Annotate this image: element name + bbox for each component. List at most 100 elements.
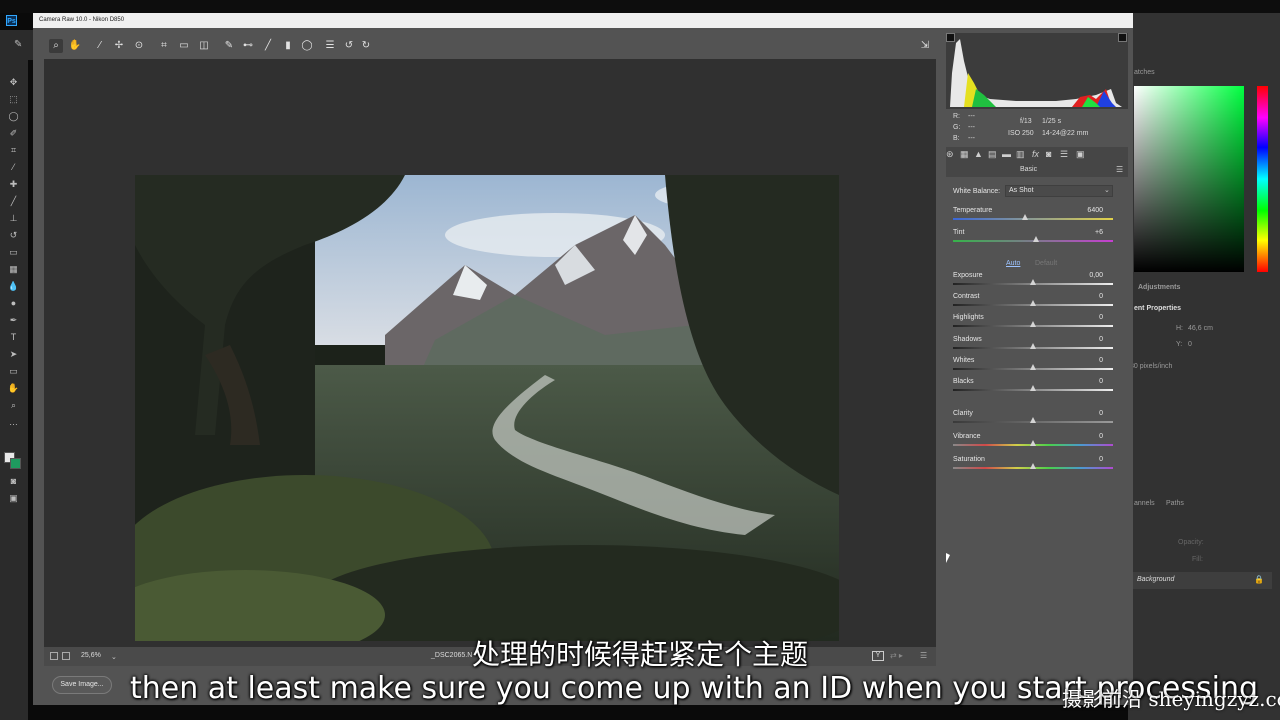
radial-filter-icon[interactable]: ◯ — [300, 39, 314, 53]
adjustments-tab[interactable]: Adjustments — [1138, 284, 1180, 291]
channels-tab[interactable]: annels — [1134, 500, 1155, 507]
swatches-tab[interactable]: atches — [1134, 69, 1155, 76]
pen-tool-icon[interactable]: ✒ — [7, 315, 20, 326]
fullscreen-icon[interactable]: ⇲ — [918, 39, 932, 53]
eyedropper-icon[interactable]: ⁄ — [7, 162, 20, 173]
graduated-filter-icon[interactable]: ▮ — [281, 39, 295, 53]
zoom-tool-icon[interactable]: ⌕ — [7, 400, 20, 411]
adjustment-brush-icon[interactable]: ╱ — [261, 39, 275, 53]
blacks-slider-thumb[interactable] — [1030, 385, 1036, 391]
before-after-icon[interactable]: Y — [872, 651, 884, 661]
zoom-dropdown-icon[interactable]: ⌄ — [111, 653, 117, 661]
marquee-tool-icon[interactable]: ⬚ — [7, 94, 20, 105]
snapshots-icon[interactable]: ▣ — [1076, 149, 1085, 160]
quick-select-icon[interactable]: ✐ — [7, 128, 20, 139]
paths-tab[interactable]: Paths — [1166, 500, 1184, 507]
background-color-swatch[interactable] — [10, 458, 21, 469]
shadows-slider-thumb[interactable] — [1030, 343, 1036, 349]
white-balance-dropdown[interactable]: As Shot ⌄ — [1005, 185, 1113, 197]
gradient-tool-icon[interactable]: ▦ — [7, 264, 20, 275]
color-picker-field[interactable] — [1134, 86, 1244, 272]
effects-icon[interactable]: fx — [1032, 149, 1039, 159]
move-tool-icon[interactable]: ✥ — [7, 77, 20, 88]
quick-mask-icon[interactable]: ◙ — [7, 476, 20, 487]
temperature-label: Temperature — [953, 207, 993, 214]
vibrance-slider-thumb[interactable] — [1030, 440, 1036, 446]
crop-icon[interactable]: ⌗ — [157, 39, 171, 53]
screen-mode-icon[interactable]: ▣ — [7, 493, 20, 504]
transform-icon[interactable]: ◫ — [197, 39, 211, 53]
whites-slider-thumb[interactable] — [1030, 364, 1036, 370]
temperature-value[interactable]: 6400 — [1079, 207, 1103, 214]
default-link[interactable]: Default — [1035, 260, 1057, 267]
tint-slider-thumb[interactable] — [1033, 236, 1040, 242]
vibrance-value[interactable]: 0 — [1079, 433, 1103, 440]
r-label: R: — [953, 113, 960, 120]
presets-icon[interactable]: ☰ — [1060, 149, 1068, 160]
shape-tool-icon[interactable]: ▭ — [7, 366, 20, 377]
hue-slider[interactable] — [1257, 86, 1268, 272]
auto-link[interactable]: Auto — [1006, 260, 1020, 267]
layer-row[interactable]: Background 🔒 — [1132, 572, 1272, 589]
crop-tool-icon[interactable]: ⌗ — [7, 145, 20, 156]
landscape-photo[interactable] — [135, 175, 839, 641]
clone-stamp-icon[interactable]: ⊥ — [7, 213, 20, 224]
g-label: G: — [953, 124, 961, 131]
lasso-tool-icon[interactable]: ◯ — [7, 111, 20, 122]
dodge-tool-icon[interactable]: ● — [7, 298, 20, 309]
rotate-left-icon[interactable]: ↺ — [342, 39, 356, 53]
red-eye-icon[interactable]: ⊷ — [241, 39, 255, 53]
hand-tool-icon[interactable]: ✋ — [7, 383, 20, 394]
settings-icon[interactable]: ☰ — [920, 651, 927, 660]
saturation-slider-thumb[interactable] — [1030, 463, 1036, 469]
color-sampler-icon[interactable]: ✢ — [112, 39, 126, 53]
exposure-value[interactable]: 0,00 — [1079, 272, 1103, 279]
clarity-slider-thumb[interactable] — [1030, 417, 1036, 423]
straighten-icon[interactable]: ▭ — [177, 39, 191, 53]
split-toning-icon[interactable]: ▬ — [1002, 149, 1011, 159]
healing-brush-icon[interactable]: ✚ — [7, 179, 20, 190]
panel-menu-icon[interactable]: ☰ — [1116, 165, 1123, 174]
whites-value[interactable]: 0 — [1079, 357, 1103, 364]
spot-removal-icon[interactable]: ✎ — [222, 39, 236, 53]
type-tool-icon[interactable]: T — [7, 332, 20, 343]
temperature-slider-track[interactable] — [953, 218, 1113, 220]
white-balance-icon[interactable]: ⁄ — [93, 39, 107, 53]
targeted-adjust-icon[interactable]: ⊙ — [132, 39, 146, 53]
compare-icon[interactable]: ⇄ ▸ — [890, 651, 903, 660]
contrast-value[interactable]: 0 — [1079, 293, 1103, 300]
save-image-button[interactable]: Save Image... — [52, 676, 112, 694]
zoom-out-icon[interactable] — [50, 652, 58, 660]
temperature-slider-thumb[interactable] — [1022, 214, 1028, 220]
more-tools-icon[interactable]: … — [7, 417, 20, 428]
hand-tool-icon[interactable]: ✋ — [68, 39, 82, 53]
blacks-value[interactable]: 0 — [1079, 378, 1103, 385]
path-select-icon[interactable]: ➤ — [7, 349, 20, 360]
history-brush-icon[interactable]: ↺ — [7, 230, 20, 241]
basic-panel-icon[interactable]: ⊛ — [946, 149, 954, 160]
preferences-icon[interactable]: ☰ — [323, 39, 337, 53]
highlights-value[interactable]: 0 — [1079, 314, 1103, 321]
eraser-icon[interactable]: ▭ — [7, 247, 20, 258]
tone-curve-icon[interactable]: ▦ — [960, 149, 969, 160]
blur-tool-icon[interactable]: 💧 — [7, 281, 20, 292]
h-label: H: — [1176, 325, 1183, 332]
exposure-slider-thumb[interactable] — [1030, 279, 1036, 285]
lens-corrections-icon[interactable]: ▥ — [1016, 149, 1025, 160]
brush-tool-icon[interactable]: ╱ — [7, 196, 20, 207]
rotate-right-icon[interactable]: ↻ — [359, 39, 373, 53]
brush-preset-icon[interactable]: ✎ — [14, 39, 22, 50]
zoom-tool-icon[interactable]: ⌕ — [49, 39, 63, 53]
zoom-in-icon[interactable] — [62, 652, 70, 660]
contrast-slider-thumb[interactable] — [1030, 300, 1036, 306]
highlights-slider-thumb[interactable] — [1030, 321, 1036, 327]
rgb-readout: R: --- G: --- B: --- f/13 1/25 s ISO 250… — [946, 110, 1128, 146]
camera-calibration-icon[interactable]: ◙ — [1046, 149, 1051, 159]
zoom-level[interactable]: 25,6% — [81, 652, 101, 659]
clarity-value[interactable]: 0 — [1079, 410, 1103, 417]
tint-value[interactable]: +6 — [1079, 229, 1103, 236]
hsl-icon[interactable]: ▤ — [988, 149, 997, 160]
saturation-value[interactable]: 0 — [1079, 456, 1103, 463]
shadows-value[interactable]: 0 — [1079, 336, 1103, 343]
detail-icon[interactable]: ▲ — [974, 149, 983, 159]
